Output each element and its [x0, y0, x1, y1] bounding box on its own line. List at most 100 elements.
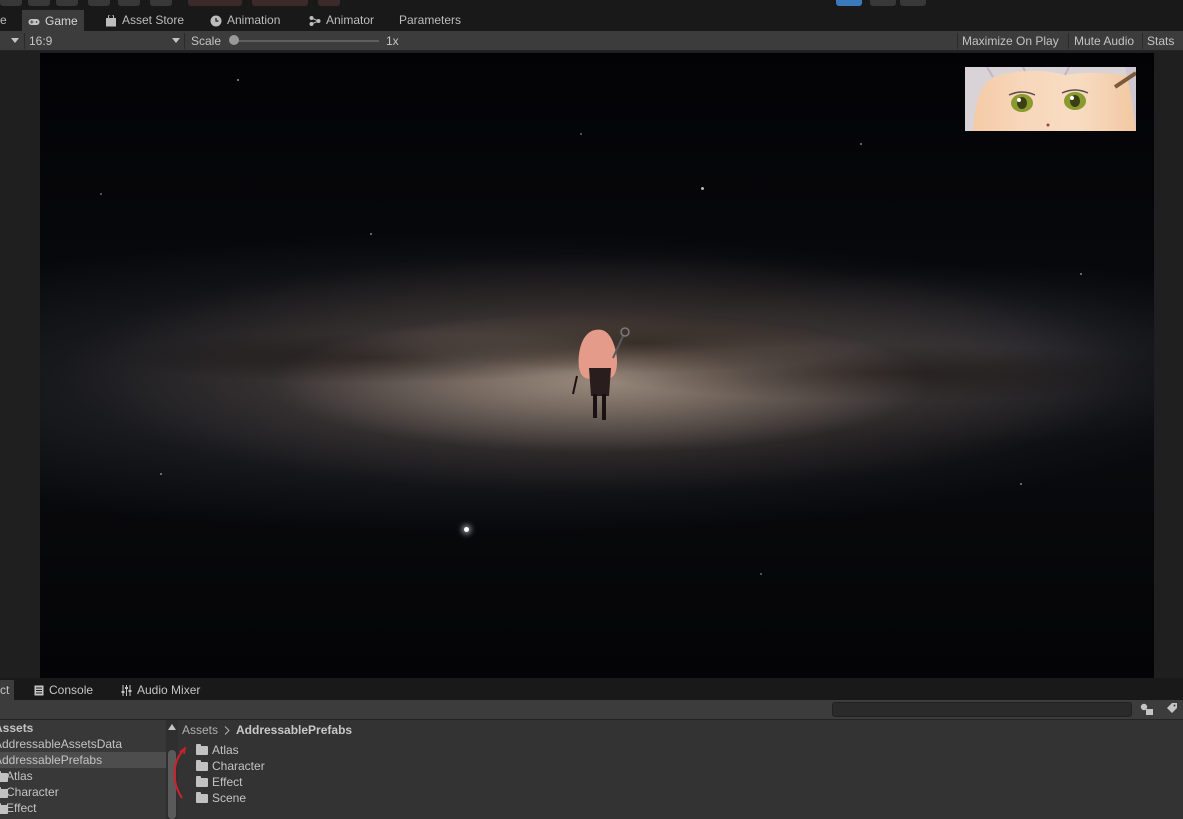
- star: [100, 193, 102, 195]
- tree-label: Effect: [6, 801, 37, 815]
- folder-icon: [0, 803, 8, 814]
- filter-by-type-icon[interactable]: [1140, 703, 1154, 716]
- tree-label: Character: [6, 785, 59, 799]
- tree-root-assets[interactable]: Assets: [0, 720, 166, 736]
- folder-label: Scene: [212, 791, 247, 805]
- mute-audio-toggle[interactable]: Mute Audio: [1074, 31, 1134, 51]
- tool-button[interactable]: [150, 0, 172, 6]
- tab-asset-store[interactable]: Asset Store: [99, 10, 190, 31]
- tool-button[interactable]: [28, 0, 50, 6]
- star: [1080, 273, 1082, 275]
- star: [160, 473, 162, 475]
- tab-label: Audio Mixer: [137, 683, 201, 697]
- game-viewport[interactable]: [40, 53, 1154, 678]
- folder-item-scene[interactable]: Scene: [196, 790, 246, 806]
- toolbar-divider: [24, 33, 25, 49]
- bottom-panel-tabs: ct Console Audio Mixer: [0, 680, 1183, 700]
- tree-item-addressable-assets-data[interactable]: AddressableAssetsData: [0, 736, 166, 752]
- folder-item-atlas[interactable]: Atlas: [196, 742, 239, 758]
- tab-audio-mixer[interactable]: Audio Mixer: [115, 680, 206, 700]
- game-view-toolbar: 16:9 Scale 1x Maximize On Play Mute Audi…: [0, 31, 1183, 51]
- aspect-value: 16:9: [29, 34, 53, 48]
- display-dropdown-arrow-icon[interactable]: [11, 38, 19, 44]
- tab-console[interactable]: Console: [28, 680, 99, 700]
- scale-label: Scale: [191, 34, 222, 48]
- tool-button[interactable]: [56, 0, 78, 6]
- toolbar-divider: [184, 33, 185, 49]
- breadcrumb-assets[interactable]: Assets: [182, 720, 218, 740]
- step-button[interactable]: [900, 0, 926, 6]
- folder-icon: [196, 743, 208, 755]
- pivot-toggle[interactable]: [188, 0, 242, 6]
- folder-item-effect[interactable]: Effect: [196, 774, 242, 790]
- tab-animator[interactable]: Animator: [303, 10, 380, 31]
- state-graph-icon: [309, 15, 321, 26]
- tree-label: Assets: [0, 721, 34, 735]
- star: [237, 79, 239, 81]
- folder-icon: [196, 759, 208, 771]
- star: [370, 233, 372, 235]
- folder-icon: [196, 775, 208, 787]
- tree-label: AddressablePrefabs: [0, 753, 103, 767]
- folder-label: Atlas: [212, 743, 239, 757]
- tab-scene-partial[interactable]: e: [0, 10, 14, 31]
- tool-button[interactable]: [0, 0, 22, 6]
- tree-label: Atlas: [6, 769, 33, 783]
- project-search-input[interactable]: [832, 702, 1132, 717]
- game-view: [0, 51, 1183, 678]
- grid-snap-button[interactable]: [318, 0, 340, 6]
- main-toolbar: [0, 0, 1183, 10]
- red-annotation-bracket: [173, 746, 187, 799]
- star: [580, 133, 582, 135]
- stats-toggle[interactable]: Stats: [1147, 31, 1174, 51]
- tab-label: Asset Store: [122, 13, 185, 27]
- breadcrumb-current[interactable]: AddressablePrefabs: [236, 720, 352, 740]
- tab-label: Animator: [326, 13, 375, 27]
- tree-item-atlas[interactable]: Atlas: [0, 768, 166, 784]
- folder-item-character[interactable]: Character: [196, 758, 265, 774]
- tree-item-character[interactable]: Character: [0, 784, 166, 800]
- folder-icon: [0, 787, 8, 798]
- aspect-dropdown[interactable]: 16:9: [29, 31, 184, 51]
- scroll-up-arrow-icon[interactable]: [168, 724, 176, 730]
- tree-item-effect[interactable]: Effect: [0, 800, 166, 816]
- star: [701, 187, 704, 190]
- tab-label: Parameters: [399, 13, 462, 27]
- folder-icon: [196, 791, 208, 803]
- breadcrumb: Assets AddressablePrefabs: [182, 720, 352, 740]
- character-sprite[interactable]: [565, 318, 635, 428]
- scale-value: 1x: [386, 34, 399, 48]
- tool-button[interactable]: [88, 0, 110, 6]
- shopping-bag-icon: [106, 14, 116, 26]
- portrait-illustration: [965, 67, 1136, 131]
- toolbar-divider: [1142, 33, 1143, 49]
- star: [760, 573, 762, 575]
- pause-button[interactable]: [870, 0, 896, 6]
- scale-slider-handle[interactable]: [229, 35, 239, 45]
- clock-icon: [210, 15, 222, 26]
- chevron-down-icon: [172, 38, 180, 43]
- tree-item-addressable-prefabs[interactable]: AddressablePrefabs: [0, 752, 166, 768]
- tab-project[interactable]: ct: [0, 680, 14, 700]
- tab-animation[interactable]: Animation: [204, 10, 286, 31]
- star: [860, 143, 862, 145]
- scale-slider-track[interactable]: [235, 40, 379, 42]
- play-button[interactable]: [836, 0, 862, 6]
- tab-game[interactable]: Game: [22, 10, 84, 31]
- console-icon: [34, 685, 44, 695]
- tool-button[interactable]: [118, 0, 140, 6]
- local-toggle[interactable]: [252, 0, 308, 6]
- tab-label: Game: [45, 14, 78, 28]
- editor-tab-bar: e Game Asset Store Animation Animator Pa…: [0, 10, 1183, 31]
- toolbar-divider: [957, 33, 958, 49]
- folder-icon: [0, 771, 8, 782]
- star: [1020, 483, 1022, 485]
- label-tag-icon[interactable]: [1166, 703, 1178, 716]
- tab-label: Console: [49, 683, 94, 697]
- project-folder-tree: Assets AddressableAssetsData Addressable…: [0, 720, 166, 819]
- tab-parameters[interactable]: Parameters: [393, 10, 467, 31]
- character-portrait: [965, 67, 1136, 131]
- project-search-bar: [0, 700, 1183, 720]
- maximize-on-play-toggle[interactable]: Maximize On Play: [962, 31, 1059, 51]
- folder-label: Character: [212, 759, 265, 773]
